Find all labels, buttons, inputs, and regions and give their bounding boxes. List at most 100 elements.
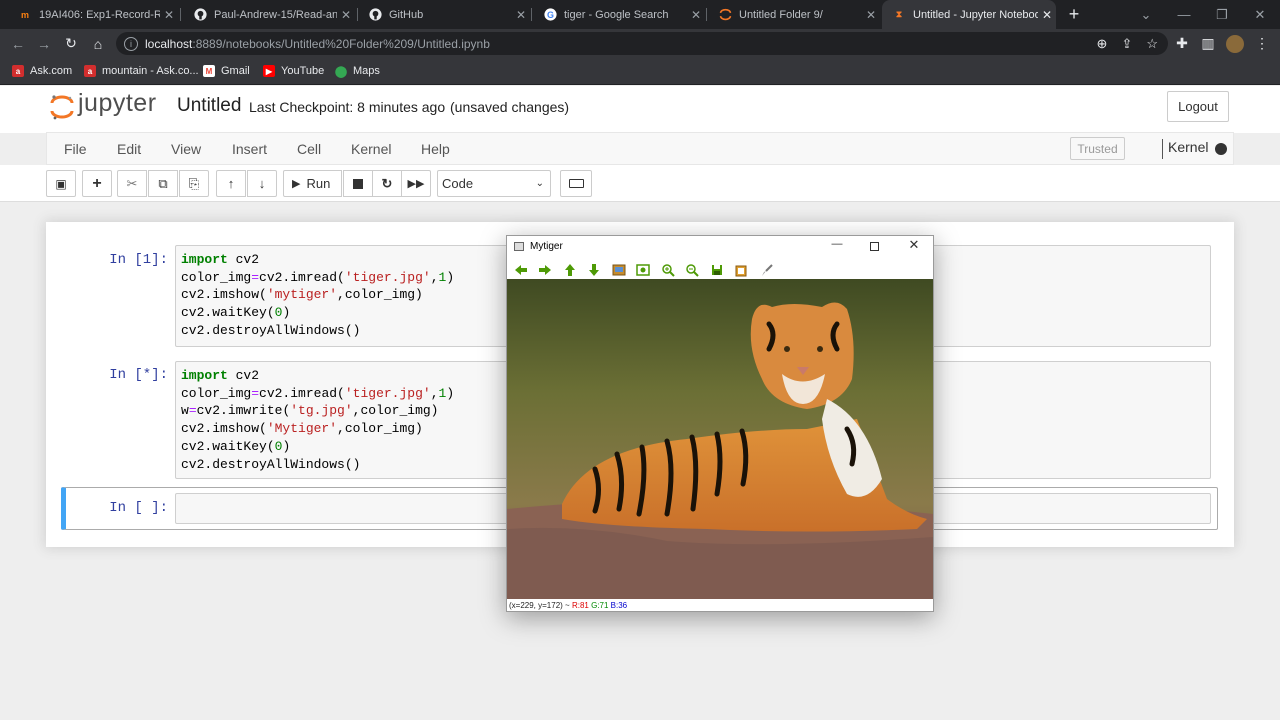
menu-file[interactable]: File bbox=[64, 133, 87, 164]
run-label: Run bbox=[306, 176, 331, 191]
run-button[interactable]: ▶ Run bbox=[283, 170, 342, 197]
notebook-name[interactable]: Untitled bbox=[177, 95, 241, 117]
moodle-icon: m bbox=[20, 9, 29, 20]
menu-cell[interactable]: Cell bbox=[297, 133, 321, 164]
opencv-image-window[interactable]: Mytiger — ✕ (x=229, y=172) ~ R:81 G:71 B… bbox=[506, 235, 934, 612]
insert-cell-button[interactable]: + bbox=[82, 170, 112, 197]
copy-icon: ⧉ bbox=[158, 175, 168, 191]
back-arrow-icon[interactable]: ← bbox=[6, 29, 30, 58]
command-palette-button[interactable] bbox=[560, 170, 592, 197]
cell-type-select[interactable]: Code ⌄ bbox=[437, 170, 551, 197]
pan-up-icon[interactable] bbox=[561, 262, 579, 278]
autosave-status: (unsaved changes) bbox=[450, 99, 570, 115]
url-path: :8889/notebooks/Untitled%20Folder%209/Un… bbox=[192, 36, 490, 51]
menu-edit[interactable]: Edit bbox=[117, 133, 141, 164]
logout-button[interactable]: Logout bbox=[1167, 91, 1229, 122]
maximize-icon[interactable] bbox=[866, 239, 882, 253]
close-tab-icon[interactable]: ✕ bbox=[1038, 8, 1056, 22]
tab-search-icon[interactable]: ⌄ bbox=[1127, 0, 1165, 29]
keyboard-icon bbox=[568, 179, 584, 188]
extensions-puzzle-icon[interactable]: ✚ bbox=[1170, 29, 1194, 58]
kernel-busy-indicator-icon bbox=[1215, 143, 1227, 155]
browser-tab[interactable]: GitHub ✕ bbox=[358, 0, 530, 29]
save-button[interactable]: ▣ bbox=[46, 170, 76, 197]
minimize-icon[interactable]: — bbox=[827, 238, 847, 250]
bookmark-star-icon[interactable]: ☆ bbox=[1146, 36, 1158, 52]
pan-down-icon[interactable] bbox=[585, 262, 603, 278]
restart-button[interactable]: ↻ bbox=[372, 170, 402, 197]
home-icon[interactable]: ⌂ bbox=[86, 29, 110, 58]
close-tab-icon[interactable]: ✕ bbox=[160, 8, 178, 22]
paste-button[interactable]: ⎘ bbox=[179, 170, 209, 197]
jupyter-logo-icon[interactable] bbox=[50, 92, 74, 122]
cut-button[interactable]: ✂ bbox=[117, 170, 147, 197]
menu-kernel[interactable]: Kernel bbox=[351, 133, 391, 164]
forward-arrow-icon[interactable]: → bbox=[32, 29, 56, 58]
restore-window-icon[interactable]: ❐ bbox=[1203, 0, 1241, 29]
bookmark-ask[interactable]: a Ask.com bbox=[12, 58, 72, 84]
bookmark-label: Maps bbox=[353, 65, 380, 77]
zoom-out-icon[interactable] bbox=[683, 262, 701, 278]
profile-avatar[interactable] bbox=[1226, 35, 1244, 53]
copy-to-clipboard-icon[interactable] bbox=[732, 262, 750, 278]
zoom-fit-icon[interactable] bbox=[610, 262, 628, 278]
bookmark-youtube[interactable]: ▶ YouTube bbox=[263, 58, 324, 84]
share-icon[interactable]: ⇪ bbox=[1121, 36, 1132, 52]
trusted-indicator[interactable]: Trusted bbox=[1070, 137, 1125, 160]
reload-icon[interactable]: ↻ bbox=[59, 29, 83, 58]
minimize-window-icon[interactable]: — bbox=[1165, 0, 1203, 29]
browser-tab-active[interactable]: ⧗ Untitled - Jupyter Noteboo ✕ bbox=[882, 0, 1056, 29]
cell-prompt: In [*]: bbox=[109, 367, 168, 383]
close-window-icon[interactable]: ✕ bbox=[1241, 0, 1279, 29]
browser-tab[interactable]: G tiger - Google Search ✕ bbox=[533, 0, 705, 29]
plus-icon: + bbox=[92, 174, 102, 192]
tiger-image[interactable] bbox=[507, 279, 933, 599]
zoom-in-icon[interactable] bbox=[659, 262, 677, 278]
zoom-icon[interactable]: ⊕ bbox=[1097, 36, 1108, 52]
pan-right-icon[interactable] bbox=[536, 262, 554, 278]
chrome-menu-icon[interactable]: ⋮ bbox=[1250, 29, 1274, 58]
hourglass-icon: ⧗ bbox=[895, 9, 903, 19]
tab-title: Untitled Folder 9/ bbox=[739, 8, 823, 21]
svg-text:G: G bbox=[547, 10, 554, 20]
properties-brush-icon[interactable] bbox=[757, 262, 775, 278]
close-tab-icon[interactable]: ✕ bbox=[512, 8, 530, 22]
pan-left-icon[interactable] bbox=[512, 262, 530, 278]
restart-run-all-button[interactable]: ▶▶ bbox=[401, 170, 431, 197]
browser-tab[interactable]: m 19AI406: Exp1-Record-Rea ✕ bbox=[8, 0, 178, 29]
bookmark-label: mountain - Ask.co... bbox=[102, 65, 199, 77]
menu-insert[interactable]: Insert bbox=[232, 133, 267, 164]
close-icon[interactable]: ✕ bbox=[904, 237, 924, 253]
arrow-up-icon: ↑ bbox=[227, 176, 235, 191]
browser-tab[interactable]: Untitled Folder 9/ ✕ bbox=[708, 0, 880, 29]
save-image-icon[interactable] bbox=[708, 262, 726, 278]
move-down-button[interactable]: ↓ bbox=[247, 170, 277, 197]
copy-button[interactable]: ⧉ bbox=[148, 170, 178, 197]
address-bar[interactable]: i localhost:8889/notebooks/Untitled%20Fo… bbox=[116, 32, 1168, 55]
bookmark-gmail[interactable]: M Gmail bbox=[203, 58, 250, 84]
interrupt-button[interactable] bbox=[343, 170, 373, 197]
google-icon: G bbox=[543, 8, 557, 22]
bookmark-maps[interactable]: ⬤ Maps bbox=[335, 58, 380, 84]
bookmark-mountain[interactable]: a mountain - Ask.co... bbox=[84, 58, 199, 84]
zoom-original-icon[interactable] bbox=[634, 262, 652, 278]
window-title: Mytiger bbox=[530, 241, 563, 252]
pixel-r-value: R:81 bbox=[571, 601, 589, 610]
menu-view[interactable]: View bbox=[171, 133, 201, 164]
move-up-button[interactable]: ↑ bbox=[216, 170, 246, 197]
close-tab-icon[interactable]: ✕ bbox=[687, 8, 705, 22]
browser-tab[interactable]: Paul-Andrew-15/Read-and ✕ bbox=[183, 0, 355, 29]
site-info-icon[interactable]: i bbox=[124, 36, 138, 51]
window-app-icon bbox=[514, 242, 524, 251]
tab-separator bbox=[531, 8, 532, 21]
side-panel-icon[interactable]: ▥ bbox=[1196, 29, 1220, 58]
kernel-divider bbox=[1162, 139, 1163, 159]
tab-title: GitHub bbox=[389, 8, 424, 21]
new-tab-button[interactable]: + bbox=[1064, 4, 1084, 24]
close-tab-icon[interactable]: ✕ bbox=[862, 8, 880, 22]
kernel-name[interactable]: Kernel bbox=[1168, 139, 1208, 155]
tab-title: tiger - Google Search bbox=[564, 8, 669, 21]
menu-help[interactable]: Help bbox=[421, 133, 450, 164]
scissors-icon: ✂ bbox=[126, 175, 138, 191]
close-tab-icon[interactable]: ✕ bbox=[337, 8, 355, 22]
